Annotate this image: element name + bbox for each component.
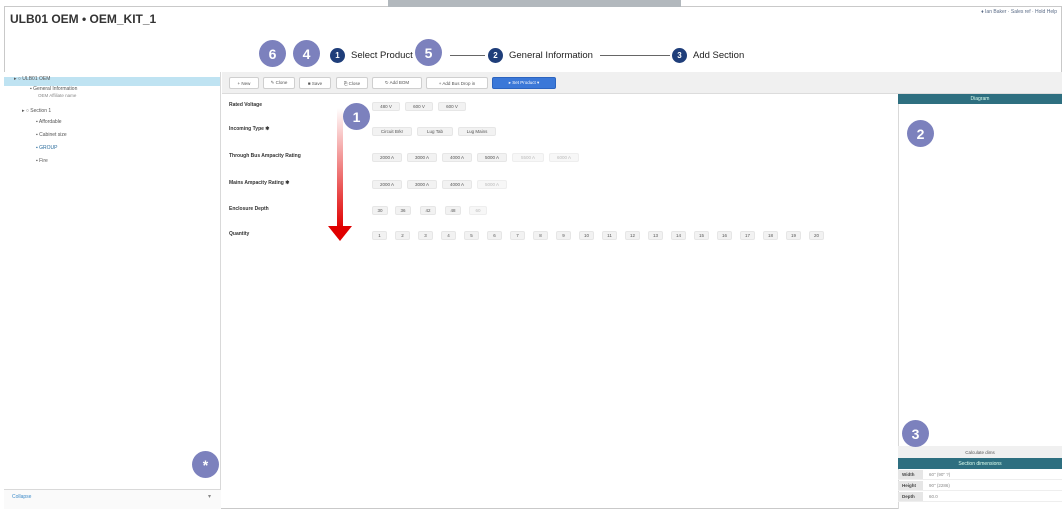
quantity-option[interactable]: 13 (648, 231, 663, 240)
quantity-option[interactable]: 7 (510, 231, 525, 240)
quantity-option[interactable]: 11 (602, 231, 617, 240)
close-button[interactable]: ⎘ Close (336, 77, 368, 89)
tree-item-root[interactable]: ▸ ○ ULB01 OEM (14, 76, 50, 84)
quantity-option[interactable]: 20 (809, 231, 824, 240)
tree-item-subtext: OEM Affiliate name (38, 93, 77, 98)
annotation-marker-6: 6 (259, 40, 286, 67)
chevron-down-icon[interactable]: ▾ (208, 493, 211, 500)
enclosure-depth-option[interactable]: 36 (395, 206, 411, 215)
sidebar-footer (4, 489, 221, 509)
tree-item-group[interactable]: ▪ GROUP (36, 145, 58, 153)
rated-voltage-option[interactable]: 600 V (405, 102, 433, 111)
dimension-row: Width 60" (90" ?) (898, 470, 1062, 480)
quantity-option[interactable]: 1 (372, 231, 387, 240)
annotation-marker-4: 4 (293, 40, 320, 67)
step-general-information[interactable]: 2 General Information (488, 42, 593, 68)
quantity-option[interactable]: 15 (694, 231, 709, 240)
annotation-marker-2: 2 (907, 120, 934, 147)
dimension-value: 60" (90" ?) (929, 472, 951, 477)
quantity-option[interactable]: 2 (395, 231, 410, 240)
calculate-dims-button[interactable]: Calculate dims (898, 446, 1062, 458)
page-title: ULB01 OEM • OEM_KIT_1 (10, 12, 157, 26)
clone-button[interactable]: ✎ Clone (263, 77, 295, 89)
enclosure-depth-label: Enclosure Depth (229, 206, 269, 212)
enclosure-depth-option[interactable]: 48 (445, 206, 461, 215)
through-bus-option[interactable]: 2000 A (372, 153, 402, 162)
rated-voltage-option[interactable]: 480 V (372, 102, 400, 111)
mains-ampacity-option[interactable]: 4000 A (442, 180, 472, 189)
set-product-button[interactable]: ▸ Set Product ▾ (492, 77, 556, 89)
quantity-label: Quantity (229, 231, 250, 237)
dimension-key: Depth (898, 492, 923, 501)
tree-item-affordable[interactable]: ▪ Affordable (36, 119, 62, 127)
add-bom-button[interactable]: ↻ Add BOM (372, 77, 422, 89)
rated-voltage-label: Rated Voltage (229, 102, 262, 108)
tree-item-fire[interactable]: ▪ Fire (36, 158, 48, 166)
through-bus-option[interactable]: 3000 A (407, 153, 437, 162)
annotation-marker-5: 5 (415, 39, 442, 66)
incoming-type-option[interactable]: Lug Mains (458, 127, 496, 136)
quantity-option[interactable]: 12 (625, 231, 640, 240)
through-bus-option[interactable]: 5000 A (477, 153, 507, 162)
quantity-option[interactable]: 4 (441, 231, 456, 240)
diagram-header: Diagram (898, 94, 1062, 104)
enclosure-depth-option[interactable]: 42 (420, 206, 436, 215)
incoming-type-option[interactable]: Lug Tab (417, 127, 453, 136)
quantity-option[interactable]: 19 (786, 231, 801, 240)
rated-voltage-option[interactable]: 600 V (438, 102, 466, 111)
section-dimensions-header: Section dimensions (898, 458, 1062, 469)
quantity-option[interactable]: 17 (740, 231, 755, 240)
dimension-key: Width (898, 470, 923, 479)
through-bus-option[interactable]: 6000 A (549, 153, 579, 162)
quantity-option[interactable]: 5 (464, 231, 479, 240)
annotation-marker-1: 1 (343, 103, 370, 130)
user-links[interactable]: ♦ Ian Baker · Sales ref · Hold Help (981, 9, 1057, 15)
tree-item-cabinet-size[interactable]: ▪ Cabinet size (36, 132, 67, 140)
quantity-option[interactable]: 14 (671, 231, 686, 240)
dimension-key: Height (898, 481, 923, 490)
mains-ampacity-option[interactable]: 3000 A (407, 180, 437, 189)
annotation-marker-3: 3 (902, 420, 929, 447)
step-connector (600, 55, 670, 56)
quantity-option[interactable]: 18 (763, 231, 778, 240)
step-connector (450, 55, 485, 56)
quantity-option[interactable]: 3 (418, 231, 433, 240)
step-label: Select Product (351, 49, 413, 61)
enclosure-depth-option[interactable]: 30 (372, 206, 388, 215)
annotation-marker-star: * (192, 451, 219, 478)
incoming-type-label: Incoming Type ✱ (229, 126, 270, 132)
dimension-value: 60.0 (929, 494, 938, 499)
quantity-option[interactable]: 8 (533, 231, 548, 240)
through-bus-ampacity-label: Through Bus Ampacity Rating (229, 153, 301, 159)
tree-item-section[interactable]: ▸ ○ Section 1 (22, 108, 51, 116)
mains-ampacity-option[interactable]: 2000 A (372, 180, 402, 189)
new-button[interactable]: + New (229, 77, 259, 89)
quantity-option[interactable]: 16 (717, 231, 732, 240)
incoming-type-option[interactable]: Circuit Brkr (372, 127, 412, 136)
quantity-option[interactable]: 10 (579, 231, 594, 240)
dimension-value: 90" (2286) (929, 483, 950, 488)
quantity-option[interactable]: 9 (556, 231, 571, 240)
through-bus-option[interactable]: 5500 A (512, 153, 544, 162)
step-number: 2 (488, 47, 503, 63)
quantity-option[interactable]: 6 (487, 231, 502, 240)
save-button[interactable]: ■ Save (299, 77, 331, 89)
step-number: 3 (672, 47, 687, 63)
mains-ampacity-label: Mains Ampacity Rating ✱ (229, 180, 290, 186)
top-tab-bar (388, 0, 681, 7)
step-select-product[interactable]: 1 Select Product (330, 42, 413, 68)
wizard-stepper: 1 Select Product 2 General Information 3… (330, 42, 780, 68)
add-bus-drop-button[interactable]: + Add Bus Drop in (426, 77, 488, 89)
step-label: General Information (509, 49, 593, 61)
dimension-row: Depth 60.0 (898, 492, 1062, 502)
sidebar-collapse-select[interactable]: Collapse (12, 494, 31, 500)
step-add-section[interactable]: 3 Add Section (672, 42, 744, 68)
step-label: Add Section (693, 49, 745, 61)
enclosure-depth-option[interactable]: 60 (469, 206, 487, 215)
through-bus-option[interactable]: 4000 A (442, 153, 472, 162)
dimension-row: Height 90" (2286) (898, 481, 1062, 491)
mains-ampacity-option[interactable]: 5000 A (477, 180, 507, 189)
step-number: 1 (330, 47, 345, 63)
